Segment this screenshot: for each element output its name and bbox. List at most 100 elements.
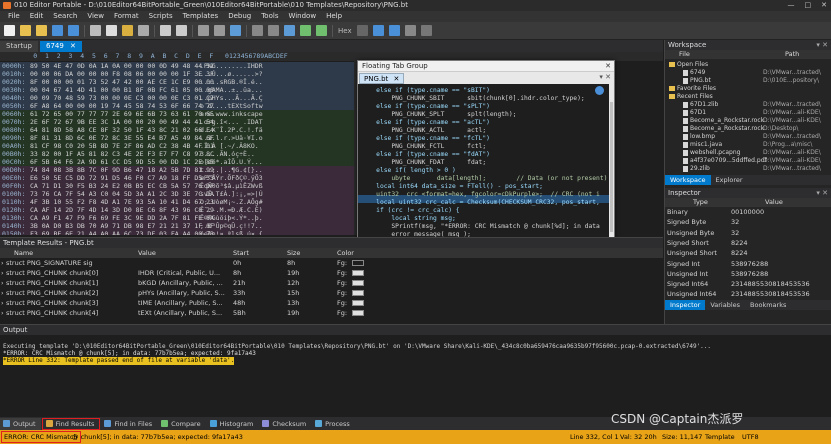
- inspector-value[interactable]: 2314885530818453536: [731, 279, 810, 289]
- hex-row[interactable]: 0040h: 00 09 70 48 59 73 00 00 0E C3 00 0…: [0, 94, 354, 102]
- col-color[interactable]: Color: [337, 248, 354, 258]
- workspace-file[interactable]: 67D1 D:\VMwar...ali-KDE\: [665, 109, 825, 117]
- inspector-row[interactable]: Unsigned Int64 2314885530818453536: [665, 289, 825, 299]
- hex-row-ascii[interactable]: ...Ú...ø......>?: [200, 70, 305, 78]
- hex-row-ascii[interactable]: ;.Ð³Ûp©qÛ.ç!!7..: [200, 222, 305, 230]
- hex-row-bytes[interactable]: CA AF 14 2D 7F 4D 14 3D D0 8E C6 8F 43 9…: [30, 206, 214, 214]
- workspace-file[interactable]: low.bmp D:\VMwar...tracted\: [665, 133, 825, 141]
- hex-row[interactable]: 0090h: 8F 81 31 8D 6C 0E 72 8C 3E 55 E4 B…: [0, 134, 354, 142]
- hex-row-bytes[interactable]: 3B 0A D0 B3 DB 70 A9 71 DB 98 E7 21 21 3…: [30, 222, 214, 230]
- code-line[interactable]: local string msg;: [361, 215, 455, 223]
- hex-row-bytes[interactable]: F3 69 BE 6E 21 A4 A0 AA 6C 73 DF 03 FA A…: [30, 230, 214, 235]
- close-button[interactable]: ✕: [821, 0, 827, 11]
- inspector-value[interactable]: 32: [731, 228, 739, 238]
- hex-row[interactable]: 0100h: 73 76 CA 7F 54 A3 C0 04 5D 3A A1 2…: [0, 190, 354, 198]
- hex-row[interactable]: 0080h: 64 81 8D 58 A8 CE 8F 32 50 1F 43 8…: [0, 126, 354, 134]
- hex-row-bytes[interactable]: 33 82 00 1F A5 81 82 C3 4E 2E F3 E7 F7 C…: [30, 150, 214, 158]
- code-line[interactable]: PNG_CHUNK_SPLT splt(length);: [361, 111, 516, 119]
- hex-mode-icon[interactable]: [268, 25, 279, 36]
- hex-row-ascii[interactable]: are.www.inkscape: [200, 110, 305, 118]
- hex-row-ascii[interactable]: t..;.|..¶G.¢[}..: [200, 166, 305, 174]
- pane-controls-icon[interactable]: ▾ ✕: [816, 40, 828, 50]
- code-line[interactable]: ubyte data[length]; // Data (or not pres…: [361, 175, 607, 183]
- code-line[interactable]: else if (type.cname == "fdAT"): [361, 151, 490, 159]
- hex-row[interactable]: 0140h: 3B 0A D0 B3 DB 70 A9 71 DB 98 E7 2…: [0, 222, 354, 230]
- hex-row[interactable]: 00A0h: 81 CF 98 C0 20 5B 8D 7E 2F 86 AD C…: [0, 142, 354, 150]
- copy-icon[interactable]: [106, 25, 117, 36]
- hex-row-bytes[interactable]: CA 71 D1 30 F5 B3 24 E2 0B B5 EC CB 5A 5…: [30, 182, 214, 190]
- code-line[interactable]: else if (type.cname == "sPLT"): [361, 103, 490, 111]
- workspace-folder[interactable]: Recent Files: [665, 93, 825, 101]
- cut-icon[interactable]: [90, 25, 101, 36]
- hex-row-bytes[interactable]: E6 50 5E C5 DD 72 91 D5 46 F0 C7 A9 18 F…: [30, 174, 214, 182]
- col-size[interactable]: Size: [287, 248, 300, 258]
- code-line[interactable]: PNG_CHUNK_FCTL fctl;: [361, 143, 486, 151]
- new-file-icon[interactable]: [4, 25, 15, 36]
- menu-scripts[interactable]: Scripts: [144, 11, 178, 22]
- calculator-icon[interactable]: [356, 25, 368, 36]
- hex-row[interactable]: 00E0h: E6 50 5E C5 DD 72 91 D5 46 F0 C7 A…: [0, 174, 354, 182]
- hex-row[interactable]: 0150h: F3 69 BE 6E 21 A4 A0 AA 6C 73 DF 0…: [0, 230, 354, 235]
- tab-close-icon[interactable]: ✕: [70, 42, 76, 50]
- col-file[interactable]: File: [679, 50, 690, 59]
- hex-row-bytes[interactable]: 73 76 CA 7F 54 A3 C0 04 5D 3A A1 2C 3D 3…: [30, 190, 214, 198]
- hex-row[interactable]: 0050h: 6F A8 64 00 00 00 19 74 45 58 74 5…: [0, 102, 354, 110]
- code-line[interactable]: local uint32 crc_calc = Checksum(CHECKSU…: [361, 199, 600, 207]
- menu-edit[interactable]: Edit: [25, 11, 49, 22]
- run-script-icon[interactable]: [316, 25, 327, 36]
- hex-row-ascii[interactable]: o[dö*.aÌÕ.U.Ý...: [200, 158, 305, 166]
- workspace-file[interactable]: 6749 D:\VMwar...tracted\: [665, 69, 825, 77]
- hex-row-ascii[interactable]: Ê¯.-.M.=Ð.Æ.C.È): [200, 206, 305, 214]
- table-row[interactable]: struct PNG_CHUNK chunk[4] tEXt (Ancillary…: [0, 308, 663, 318]
- expand-icon[interactable]: ›: [1, 268, 4, 278]
- hex-row-ascii[interactable]: svÊ.T£À.]:¡,=>|Ú: [200, 190, 305, 198]
- hex-row-bytes[interactable]: 61 72 65 00 77 77 77 2E 69 6E 6B 73 63 6…: [30, 110, 214, 118]
- inspector-row[interactable]: Signed Int64 2314885530818453536: [665, 279, 825, 289]
- menu-file[interactable]: File: [3, 11, 25, 22]
- code-line[interactable]: local int64 data_size = FTell() - pos_st…: [361, 183, 543, 191]
- hex-row-ascii[interactable]: .....sRGB.®Î.é..: [200, 78, 305, 86]
- tab-png-bt[interactable]: PNG.bt ✕: [359, 73, 405, 84]
- text-mode-icon[interactable]: [252, 25, 263, 36]
- code-line[interactable]: else if (type.cname == "fcTL"): [361, 135, 490, 143]
- hex-row-ascii[interactable]: .Ï.À [.~/.­Â8KO.: [200, 142, 305, 150]
- tab-startup[interactable]: Startup: [0, 41, 38, 52]
- hex-row-bytes[interactable]: 6F A8 64 00 00 00 19 74 45 58 74 53 6F 6…: [30, 102, 214, 110]
- tab-workspace[interactable]: Workspace: [665, 175, 711, 185]
- tab-explorer[interactable]: Explorer: [711, 175, 748, 185]
- run-template-icon[interactable]: [300, 25, 311, 36]
- hex-row[interactable]: 0120h: CA AF 14 2D 7F 4D 14 3D D0 8E C6 8…: [0, 206, 354, 214]
- edit-as-icon[interactable]: [284, 25, 295, 36]
- inspector-value[interactable]: 538976288: [731, 259, 768, 269]
- inspector-value[interactable]: 538976288: [731, 269, 768, 279]
- help-icon[interactable]: [420, 25, 432, 36]
- menu-templates[interactable]: Templates: [178, 11, 224, 22]
- menu-tools[interactable]: Tools: [256, 11, 283, 22]
- expand-icon[interactable]: ›: [1, 258, 4, 268]
- hex-row-bytes[interactable]: 2E 6F 72 67 9B EE 3C 1A 00 00 20 00 49 4…: [30, 118, 214, 126]
- minimize-button[interactable]: —: [788, 0, 795, 11]
- inspector-row[interactable]: Signed Short 8224: [665, 238, 825, 248]
- undo-icon[interactable]: [160, 25, 171, 36]
- menu-help[interactable]: Help: [321, 11, 347, 22]
- compare-icon[interactable]: [388, 25, 400, 36]
- expand-icon[interactable]: ›: [1, 278, 4, 288]
- hex-row-bytes[interactable]: CA A9 F1 47 F9 F6 69 FE 3C 9E DD 2A 7F 8…: [30, 214, 214, 222]
- col-start[interactable]: Start: [233, 248, 249, 258]
- code-line[interactable]: uint32 crc <format=hex, fgcolor=cDkPurpl…: [361, 191, 600, 199]
- hex-row-bytes[interactable]: 8F 81 31 8D 6C 0E 72 8C 3E 55 E4 B7 A5 4…: [30, 134, 214, 142]
- tab-6749[interactable]: 6749 ✕: [39, 41, 82, 52]
- find-icon[interactable]: [198, 25, 209, 36]
- workspace-file[interactable]: 29.zlib D:\VMwar...tracted\: [665, 165, 825, 173]
- hex-row-ascii[interactable]: ..gAMA..±..üa...: [200, 86, 305, 94]
- tab-checksum[interactable]: Checksum: [259, 418, 311, 430]
- menu-format[interactable]: Format: [109, 11, 144, 22]
- hex-row[interactable]: 00F0h: CA 71 D1 30 F5 B3 24 E2 0B B5 EC C…: [0, 182, 354, 190]
- options-icon[interactable]: [404, 25, 416, 36]
- menu-view[interactable]: View: [82, 11, 109, 22]
- inspector-value[interactable]: 00100000: [731, 207, 764, 217]
- hex-row-ascii[interactable]: ÊqÑ0õ³$â.µìËZWvß: [200, 182, 305, 190]
- hex-row-ascii[interactable]: d..X¨Î.2P.C.!.fä: [200, 126, 305, 134]
- hex-row[interactable]: 00C0h: 6F 5B 64 F6 2A 9D 61 CC D5 9D 55 0…: [0, 158, 354, 166]
- open-recent-icon[interactable]: [36, 25, 47, 36]
